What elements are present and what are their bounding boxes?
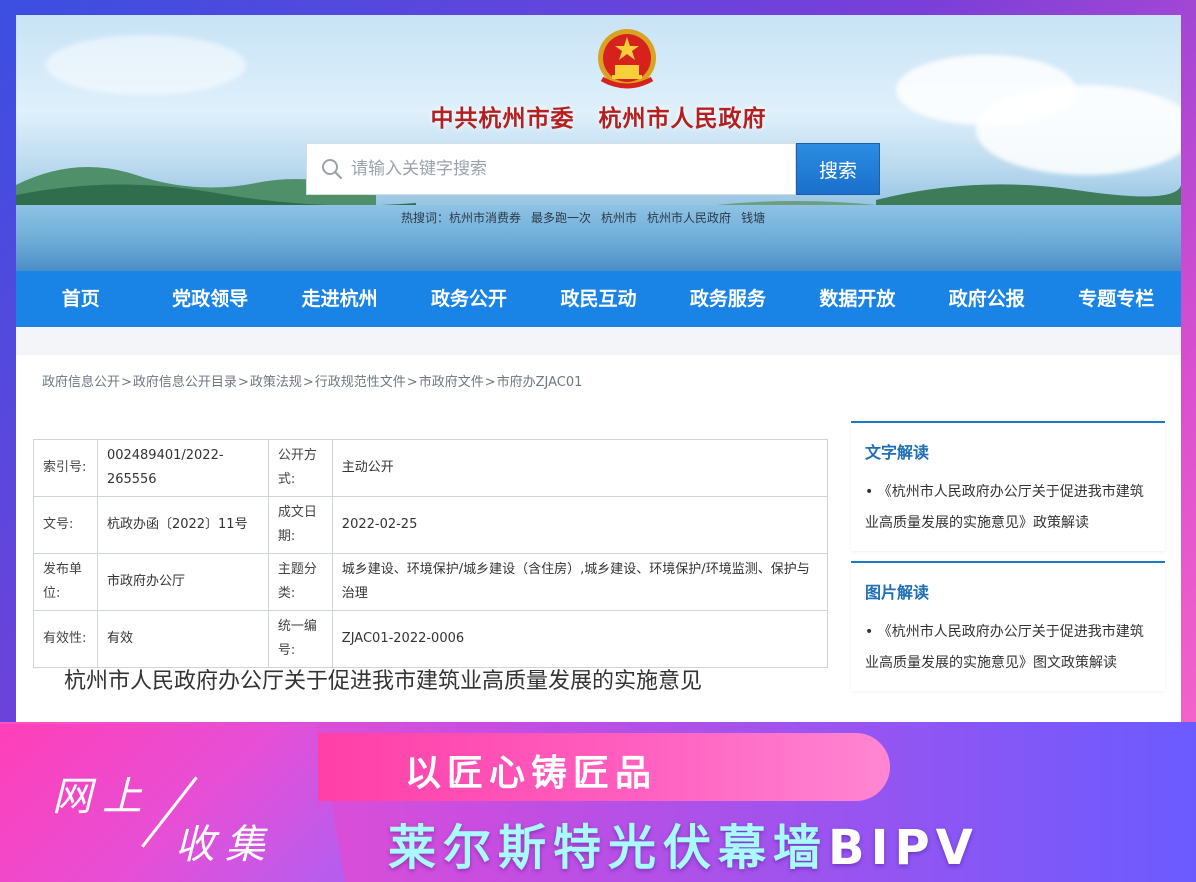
search-icon — [322, 159, 343, 180]
breadcrumb-item[interactable]: 政策法规 — [250, 375, 302, 390]
breadcrumb-item[interactable]: 市政府文件 — [419, 375, 484, 390]
document-meta-table: 索引号: 002489401/2022-265556 公开方式: 主动公开 文号… — [33, 439, 829, 668]
document-title: 杭州市人民政府办公厅关于促进我市建筑业高质量发展的实施意见 — [64, 669, 703, 694]
hot-word[interactable]: 热搜词：杭州市消费券 — [401, 209, 521, 226]
meta-key: 公开方式: — [267, 439, 333, 497]
nav-item-open-data[interactable]: 数据开放 — [793, 271, 922, 327]
breadcrumb-separator: > — [406, 375, 418, 390]
nav-item-government-affairs[interactable]: 政务公开 — [404, 271, 533, 327]
meta-key: 主题分类: — [267, 553, 333, 611]
brand-name-latin: BIPV — [828, 820, 979, 876]
brand-name-cn: 莱尔斯特光伏幕墙 — [388, 820, 829, 876]
image-reading-heading: 图片解读 — [865, 583, 930, 602]
brand-name: 莱尔斯特光伏幕墙BIPV — [388, 808, 979, 878]
text-reading-card: 文字解读 • 《杭州市人民政府办公厅关于促进我市建筑业高质量发展的实施意见》政策… — [851, 421, 1165, 551]
hot-word[interactable]: 杭州市 — [601, 209, 637, 226]
hot-word[interactable]: 最多跑一次 — [531, 209, 591, 226]
meta-key: 文号: — [33, 496, 98, 554]
breadcrumb-item-current[interactable]: 市府办ZJAC01 — [497, 375, 583, 390]
nav-item-gazette[interactable]: 政府公报 — [922, 271, 1051, 327]
breadcrumb-separator: > — [302, 375, 314, 390]
cloud — [46, 35, 246, 95]
image-reading-card: 图片解读 • 《杭州市人民政府办公厅关于促进我市建筑业高质量发展的实施意见》图文… — [851, 561, 1165, 691]
collect-text-line1: 网上 — [52, 774, 152, 820]
nav-item-interaction[interactable]: 政民互动 — [534, 271, 663, 327]
hot-word[interactable]: 杭州市人民政府 — [647, 209, 731, 226]
text-reading-link[interactable]: • 《杭州市人民政府办公厅关于促进我市建筑业高质量发展的实施意见》政策解读 — [851, 471, 1165, 551]
meta-key: 有效性: — [33, 610, 98, 668]
meta-key: 索引号: — [33, 439, 98, 497]
meta-value: 2022-02-25 — [331, 496, 829, 554]
breadcrumb-item[interactable]: 政府信息公开目录 — [133, 375, 237, 390]
meta-key: 发布单位: — [33, 553, 98, 611]
meta-value: 市政府办公厅 — [96, 553, 269, 611]
meta-value: ZJAC01-2022-0006 — [331, 610, 829, 668]
table-row: 文号: 杭政办函〔2022〕11号 成文日期: 2022-02-25 — [33, 496, 829, 554]
hot-search-words: 热搜词：杭州市消费券 最多跑一次 杭州市 杭州市人民政府 钱塘 — [401, 209, 765, 226]
search-input[interactable] — [351, 144, 791, 194]
breadcrumb-separator: > — [484, 375, 496, 390]
breadcrumb-item[interactable]: 政府信息公开 — [42, 375, 120, 390]
national-emblem-icon — [598, 29, 656, 89]
breadcrumb-separator: > — [121, 375, 132, 390]
meta-value: 002489401/2022-265556 — [96, 439, 269, 497]
meta-key: 统一编号: — [267, 610, 333, 668]
meta-value: 城乡建设、环境保护/城乡建设（含住房）,城乡建设、环境保护/环境监测、保护与治理 — [331, 553, 829, 611]
nav-item-leadership[interactable]: 党政领导 — [145, 271, 274, 327]
page-title: 中共杭州市委 杭州市人民政府 — [430, 105, 767, 132]
main-content: 政府信息公开>政府信息公开目录>政策法规>行政规范性文件>市政府文件>市府办ZJ… — [16, 355, 1181, 745]
main-nav: 首页 党政领导 走进杭州 政务公开 政民互动 政务服务 数据开放 政府公报 专题… — [16, 271, 1181, 327]
meta-key: 成文日期: — [267, 496, 333, 554]
meta-value: 主动公开 — [331, 439, 829, 497]
breadcrumb-item[interactable]: 行政规范性文件 — [315, 375, 406, 390]
text-reading-heading: 文字解读 — [865, 443, 930, 462]
table-row: 有效性: 有效 统一编号: ZJAC01-2022-0006 — [33, 610, 829, 668]
nav-item-services[interactable]: 政务服务 — [663, 271, 792, 327]
breadcrumb-separator: > — [237, 375, 249, 390]
meta-value: 有效 — [96, 610, 269, 668]
meta-value: 杭政办函〔2022〕11号 — [96, 496, 269, 554]
image-reading-link[interactable]: • 《杭州市人民政府办公厅关于促进我市建筑业高质量发展的实施意见》图文政策解读 — [851, 611, 1165, 691]
table-row: 发布单位: 市政府办公厅 主题分类: 城乡建设、环境保护/城乡建设（含住房）,城… — [33, 553, 829, 611]
breadcrumb: 政府信息公开>政府信息公开目录>政策法规>行政规范性文件>市政府文件>市府办ZJ… — [42, 371, 582, 390]
nav-item-about-hangzhou[interactable]: 走进杭州 — [275, 271, 404, 327]
table-row: 索引号: 002489401/2022-265556 公开方式: 主动公开 — [33, 439, 829, 497]
search-button[interactable]: 搜索 — [796, 143, 880, 195]
nav-item-special-topics[interactable]: 专题专栏 — [1052, 271, 1181, 327]
nav-item-home[interactable]: 首页 — [16, 271, 145, 327]
screenshot-frame: 中共杭州市委 杭州市人民政府 搜索 热搜词：杭州市消费券 最多跑一次 杭州市 杭… — [16, 15, 1181, 745]
hot-word[interactable]: 钱塘 — [741, 209, 765, 226]
header-banner: 中共杭州市委 杭州市人民政府 搜索 热搜词：杭州市消费券 最多跑一次 杭州市 杭… — [16, 15, 1181, 271]
search-box[interactable] — [306, 143, 796, 195]
collect-text-line2: 收集 — [175, 822, 275, 868]
slogan-text: 以匠心铸匠品 — [405, 753, 658, 794]
